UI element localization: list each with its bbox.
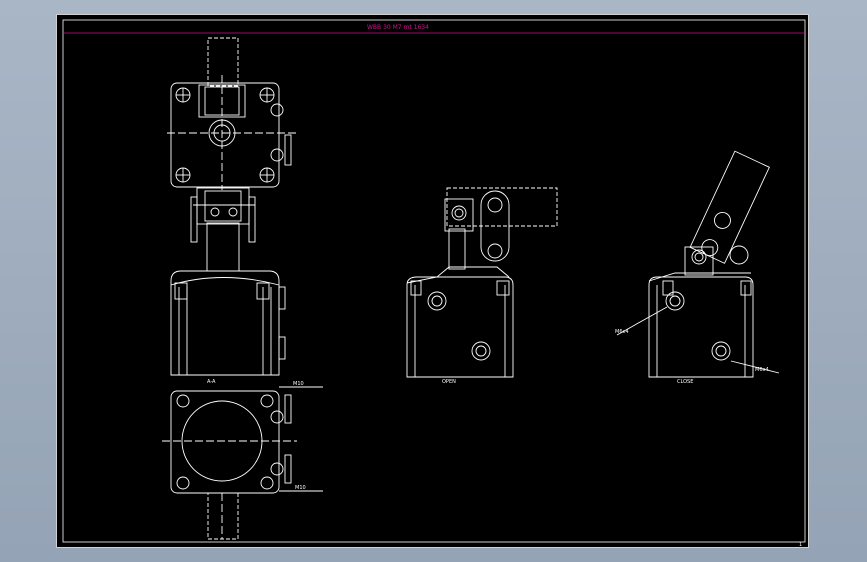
top-view: [167, 37, 297, 190]
label-front-view: OPEN: [442, 379, 456, 385]
cad-drawing: WBB 30 M7 mt 1634 1 A-A M10 M10 OPEN M6x…: [62, 19, 806, 548]
page-number: 1: [799, 542, 802, 548]
side-view: [616, 150, 780, 378]
annotation-bottom-hole-bottom: M10: [295, 485, 306, 491]
annotation-side-left: M6x4: [615, 329, 629, 335]
bottom-view: [162, 386, 323, 540]
link-view: [190, 187, 256, 272]
sheet-title: WBB 30 M7 mt 1634: [367, 24, 429, 31]
annotation-side-right: M6x4: [755, 367, 769, 373]
front-view: [406, 187, 558, 378]
annotation-bottom-hole-top: M10: [293, 381, 304, 387]
label-side-view: CLOSE: [677, 379, 693, 385]
label-top-view: A-A: [207, 379, 216, 385]
cylinder-body-left: [170, 270, 286, 376]
inner-border: [62, 19, 806, 543]
drawing-frame: WBB 30 M7 mt 1634 1 A-A M10 M10 OPEN M6x…: [56, 14, 809, 548]
